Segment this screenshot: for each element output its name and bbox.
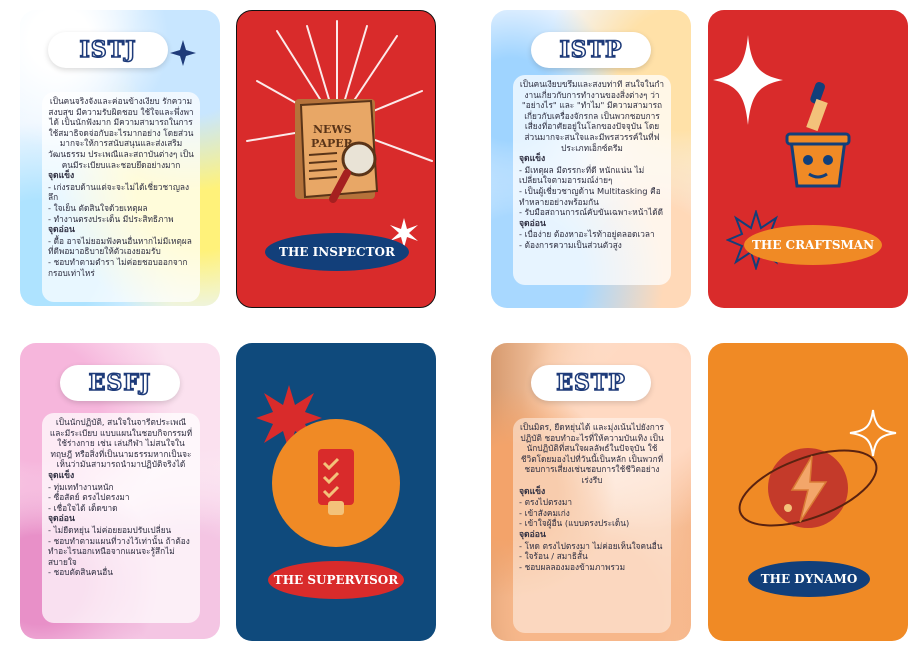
- plus-sparkle-icon: [170, 40, 196, 66]
- istj-strengths-heading: จุดแข็ง: [48, 171, 75, 182]
- estp-weakness: - โหด ตรงไปตรงมา ไม่ค่อยเห็นใจคนอื่น: [519, 540, 663, 551]
- istp-weakness: - ต้องการความเป็นส่วนตัวสูง: [519, 239, 622, 250]
- esfj-weakness: - ชอบทำตามแผนที่วางไว้เท่านั้น ถ้าต้องทำ…: [48, 535, 190, 567]
- esfj-strengths-heading: จุดแข็ง: [48, 470, 75, 481]
- four-point-star-icon: [713, 35, 783, 125]
- esfj-strength: - ซื่อสัตย์ ตรงไปตรงมา: [48, 492, 130, 503]
- estp-strength: - ตรงไปตรงมา: [519, 497, 572, 508]
- istj-description-box: เป็นคนจริงจังและค่อนข้างเงียบ รักความสงบ…: [42, 92, 200, 302]
- estp-strengths-heading: จุดแข็ง: [519, 486, 546, 497]
- estp-weakness: - ใจร้อน / สมาธิสั้น: [519, 551, 588, 562]
- esfj-weakness: - ไม่ยืดหยุ่น ไม่ค่อยยอมปรับเปลี่ยน: [48, 524, 172, 535]
- newspaper-magnifier-icon: NEWS PAPER: [295, 99, 379, 203]
- istp-weakness: - เบื่อง่าย ต้องหาอะไรท้าอยู่ตลอดเวลา: [519, 229, 655, 240]
- istj-info-card: ISTJ เป็นคนจริงจังและค่อนข้างเงียบ รักคว…: [20, 10, 220, 306]
- istj-weakness: - ชอบทำตามตำรา ไม่ค่อยชอบออกจากกรอบเท่าไ…: [48, 256, 188, 278]
- istj-strength: - ใจเย็น ตัดสินใจด้วยเหตุผล: [48, 202, 148, 213]
- istj-title: ISTJ: [48, 32, 168, 68]
- esfj-info-card: ESFJ เป็นนักปฏิบัติ, สนใจในจารีตประเพณี …: [20, 343, 220, 639]
- estp-info-card: ESTP เป็นมิตร, ยืดหยุ่นได้ และมุ่งเน้นไป…: [491, 343, 691, 641]
- inspector-card: NEWS PAPER THE INSPECTOR: [236, 10, 436, 308]
- estp-description: เป็นมิตร, ยืดหยุ่นได้ และมุ่งเน้นไปยังกา…: [520, 422, 664, 485]
- istp-info-card: ISTP เป็นคนเงียบขรึมและสงบท่าที สนใจในกำ…: [491, 10, 691, 308]
- craftsman-card: THE CRAFTSMAN: [708, 10, 908, 308]
- dynamo-card: THE DYNAMO: [708, 343, 908, 641]
- estp-description-box: เป็นมิตร, ยืดหยุ่นได้ และมุ่งเน้นไปยังกา…: [513, 418, 671, 633]
- estp-strength: - เข้าใจผู้อื่น (แบบตรงประเด็น): [519, 518, 630, 529]
- esfj-weakness: - ชอบตัดสินคนอื่น: [48, 567, 113, 578]
- esfj-description-box: เป็นนักปฏิบัติ, สนใจในจารีตประเพณี และมี…: [42, 413, 200, 623]
- checklist-icon: [272, 419, 400, 547]
- istj-weakness: - ดื้อ อาจไม่ยอมฟังคนอื่นหากไม่มีเหตุผลท…: [48, 235, 192, 257]
- supervisor-name-badge: THE SUPERVISOR: [268, 561, 404, 599]
- inspector-name-badge: THE INSPECTOR: [265, 233, 409, 271]
- esfj-description: เป็นนักปฏิบัติ, สนใจในจารีตประเพณี และมี…: [49, 417, 193, 470]
- supervisor-card: THE SUPERVISOR: [236, 343, 436, 641]
- istj-description: เป็นคนจริงจังและค่อนข้างเงียบ รักความสงบ…: [48, 96, 194, 170]
- istp-strength: - มีเหตุผล มีตรรกะที่ดี หนักแน่น ไม่เปลี…: [519, 164, 645, 186]
- istp-description-box: เป็นคนเงียบขรึมและสงบท่าที สนใจในกำงานเก…: [513, 75, 671, 285]
- esfj-strength: - เชื่อใจได้ เด็ดขาด: [48, 502, 118, 513]
- estp-title: ESTP: [531, 365, 651, 401]
- istp-description: เป็นคนเงียบขรึมและสงบท่าที สนใจในกำงานเก…: [519, 79, 665, 153]
- esfj-weaknesses-heading: จุดอ่อน: [48, 514, 75, 525]
- paintbrush-bucket-icon: [785, 82, 851, 188]
- istp-title: ISTP: [531, 32, 651, 68]
- estp-weaknesses-heading: จุดอ่อน: [519, 529, 546, 540]
- esfj-strength: - ทุ่มเททำงานหนัก: [48, 481, 114, 492]
- istj-strength: - ทำงานตรงประเด็น มีประสิทธิภาพ: [48, 213, 174, 224]
- estp-strength: - เข้าสังคมเก่ง: [519, 507, 570, 518]
- craftsman-name-badge: THE CRAFTSMAN: [744, 225, 882, 265]
- lightning-planet-icon: [738, 448, 878, 528]
- istp-strengths-heading: จุดแข็ง: [519, 154, 546, 165]
- esfj-title: ESFJ: [60, 365, 180, 401]
- istp-strength: - รับมือสถานการณ์คับขันเฉพาะหน้าได้ดี: [519, 207, 664, 218]
- dynamo-name-badge: THE DYNAMO: [748, 561, 870, 597]
- istj-strength: - เก่งรอบด้านแต่จะจะไม่ได้เชี่ยวชาญลงลึก: [48, 181, 190, 203]
- estp-weakness: - ชอบผลลองมองข้ามภาพรวม: [519, 561, 626, 572]
- istj-weaknesses-heading: จุดอ่อน: [48, 225, 75, 236]
- istp-strength: - เป็นผู้เชี่ยวชาญด้าน Multitasking คือท…: [519, 185, 661, 207]
- newspaper-text-1: NEWS: [313, 123, 352, 136]
- istp-weaknesses-heading: จุดอ่อน: [519, 218, 546, 229]
